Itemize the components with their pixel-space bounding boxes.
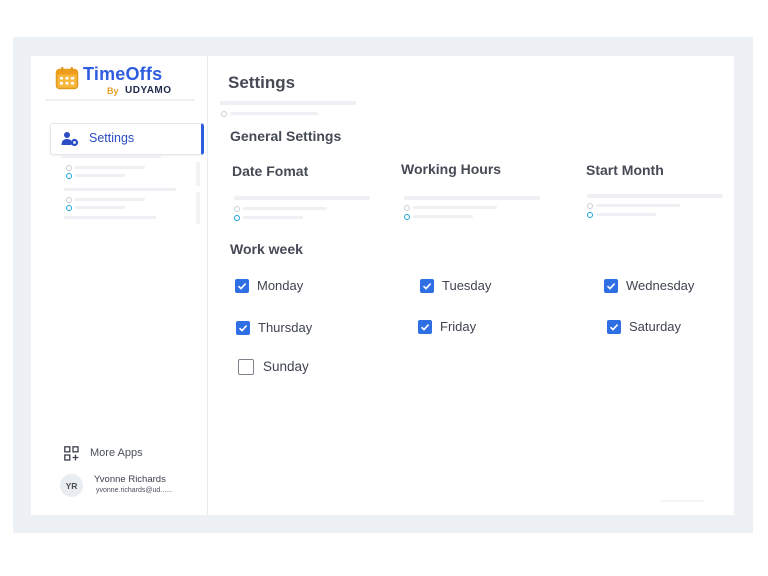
divider bbox=[45, 99, 195, 101]
date-format-label: Date Fomat bbox=[232, 163, 309, 179]
sidebar: TimeOffs By UDYAMO Settings More Apps YR… bbox=[31, 56, 208, 515]
skeleton-dot bbox=[234, 215, 240, 221]
apps-grid-plus-icon bbox=[64, 446, 79, 461]
check-icon bbox=[606, 283, 616, 290]
app-title: TimeOffs bbox=[83, 64, 163, 84]
more-apps-button[interactable]: More Apps bbox=[64, 445, 184, 465]
skeleton-bar bbox=[75, 206, 125, 209]
skeleton-bar bbox=[75, 166, 145, 169]
user-email: yvonne.richards@ud...... bbox=[96, 487, 172, 494]
page-title: Settings bbox=[228, 73, 296, 92]
skeleton-bar bbox=[413, 206, 497, 209]
skeleton-bar bbox=[64, 188, 176, 191]
skeleton-bar bbox=[243, 216, 303, 219]
skeleton-bar bbox=[220, 101, 356, 105]
work-week-title: Work week bbox=[230, 241, 303, 257]
checkbox-unchecked[interactable] bbox=[238, 359, 254, 375]
skeleton-dot bbox=[66, 197, 72, 203]
user-name: Yvonne Richards bbox=[94, 474, 166, 485]
checkbox-checked[interactable] bbox=[420, 279, 434, 293]
calendar-icon bbox=[55, 67, 79, 90]
section-title: General Settings bbox=[230, 128, 342, 144]
skeleton-dot bbox=[234, 206, 240, 212]
skeleton-bar bbox=[243, 207, 327, 210]
skeleton-bar bbox=[413, 215, 473, 218]
skeleton-bar bbox=[404, 196, 540, 200]
day-label: Monday bbox=[257, 278, 304, 293]
checkbox-checked[interactable] bbox=[607, 320, 621, 334]
skeleton-dot bbox=[66, 205, 72, 211]
skeleton-dot bbox=[404, 205, 410, 211]
day-label: Thursday bbox=[258, 320, 313, 335]
start-month-label: Start Month bbox=[586, 162, 664, 178]
checkbox-checked[interactable] bbox=[236, 321, 250, 335]
skeleton-bar bbox=[196, 162, 200, 186]
logo-by: By bbox=[107, 86, 119, 96]
check-icon bbox=[237, 283, 247, 290]
skeleton-dot bbox=[221, 111, 227, 117]
divider bbox=[661, 500, 705, 502]
user-gear-icon bbox=[61, 132, 79, 147]
check-icon bbox=[238, 325, 248, 332]
skeleton-bar bbox=[196, 192, 200, 224]
skeleton-bar bbox=[234, 196, 370, 200]
skeleton-bar bbox=[64, 216, 156, 219]
checkbox-checked[interactable] bbox=[235, 279, 249, 293]
day-label: Saturday bbox=[629, 319, 682, 334]
checkbox-checked[interactable] bbox=[604, 279, 618, 293]
more-apps-label: More Apps bbox=[90, 447, 143, 459]
skeleton-dot bbox=[587, 203, 593, 209]
skeleton-bar bbox=[75, 174, 125, 177]
skeleton-dot bbox=[66, 165, 72, 171]
skeleton-bar bbox=[230, 112, 318, 115]
skeleton-bar bbox=[596, 204, 680, 207]
skeleton-dot bbox=[404, 214, 410, 220]
sidebar-item-label: Settings bbox=[89, 131, 135, 145]
check-icon bbox=[422, 283, 432, 290]
app-window: TimeOffs By UDYAMO Settings More Apps YR… bbox=[31, 56, 734, 515]
day-label: Sunday bbox=[263, 359, 309, 374]
working-hours-label: Working Hours bbox=[401, 161, 502, 177]
skeleton-bar bbox=[75, 198, 145, 201]
skeleton-dot bbox=[587, 212, 593, 218]
check-icon bbox=[609, 324, 619, 331]
app-logo[interactable]: TimeOffs By UDYAMO bbox=[55, 64, 205, 100]
sidebar-item-settings[interactable]: Settings bbox=[50, 123, 204, 155]
skeleton-dot bbox=[66, 173, 72, 179]
day-label: Friday bbox=[440, 319, 477, 334]
check-icon bbox=[420, 324, 430, 331]
day-label: Tuesday bbox=[442, 278, 492, 293]
skeleton-bar bbox=[596, 213, 656, 216]
day-label: Wednesday bbox=[626, 278, 695, 293]
skeleton-bar bbox=[61, 155, 161, 158]
brand-name: UDYAMO bbox=[125, 85, 172, 96]
avatar[interactable]: YR bbox=[60, 474, 83, 497]
checkbox-checked[interactable] bbox=[418, 320, 432, 334]
skeleton-bar bbox=[587, 194, 723, 198]
